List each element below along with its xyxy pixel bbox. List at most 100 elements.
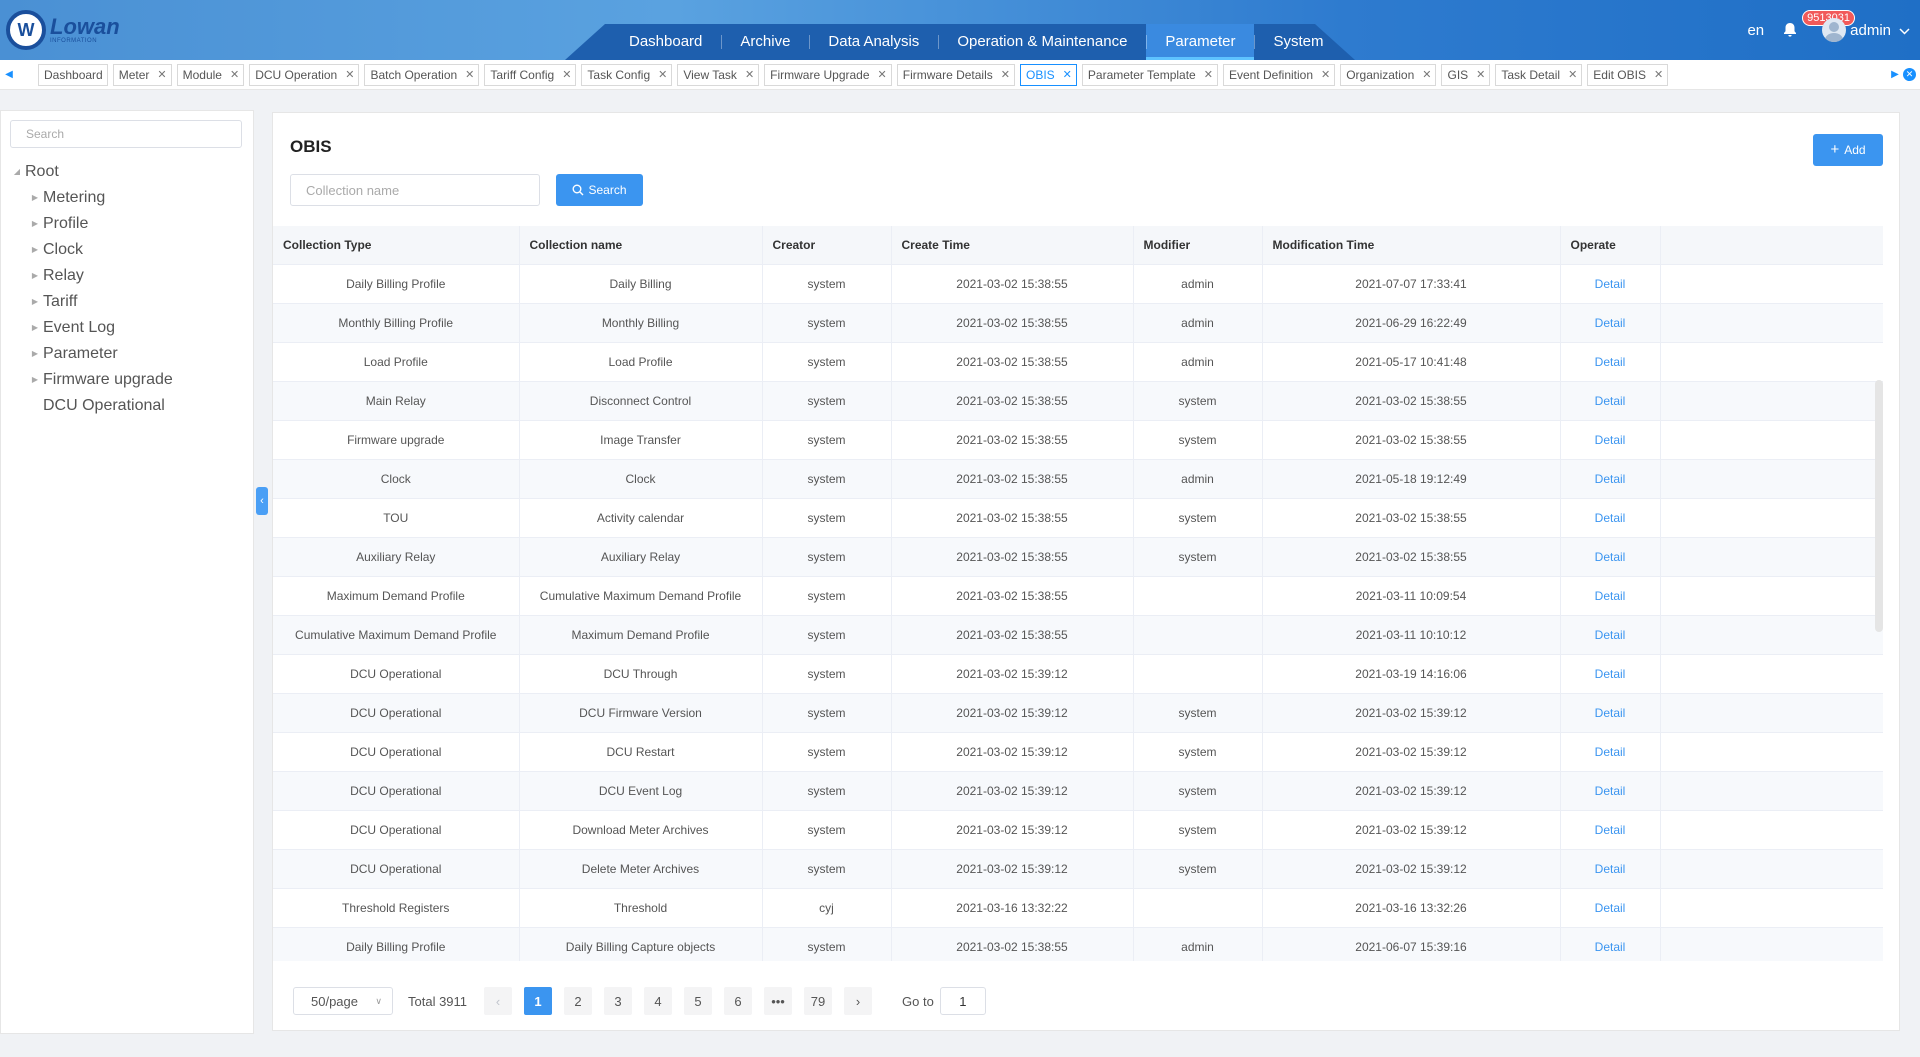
caret-right-icon[interactable]: ▶ [27, 185, 43, 211]
caret-right-icon[interactable]: ▶ [27, 315, 43, 341]
page-button[interactable]: 4 [644, 987, 673, 1015]
brand-logo[interactable]: W Lowan INFORMATION [6, 10, 120, 50]
caret-right-icon[interactable]: ▶ [27, 211, 43, 237]
tree-node-event-log[interactable]: ▶ Event Log [9, 315, 173, 341]
tab-firmware-details[interactable]: Firmware Details ✕ [896, 64, 1015, 86]
detail-link[interactable]: Detail [1560, 264, 1661, 304]
close-icon[interactable]: ✕ [230, 65, 239, 85]
language-switch[interactable]: en [1747, 22, 1764, 39]
tree-node-root[interactable]: ◢ Root [9, 159, 173, 185]
column-header-collection-name[interactable]: Collection name [519, 226, 763, 265]
detail-link[interactable]: Detail [1560, 303, 1661, 343]
column-header-modifier[interactable]: Modifier [1133, 226, 1263, 265]
chevron-down-icon[interactable] [1899, 22, 1910, 39]
column-header-create-time[interactable]: Create Time [891, 226, 1134, 265]
tab-batch-operation[interactable]: Batch Operation ✕ [364, 64, 480, 86]
tree-node-profile[interactable]: ▶ Profile [9, 211, 173, 237]
prev-page-button[interactable]: ‹ [484, 987, 513, 1015]
detail-link[interactable]: Detail [1560, 693, 1661, 733]
page-button[interactable]: 3 [604, 987, 633, 1015]
detail-link[interactable]: Detail [1560, 537, 1661, 577]
tree-node-clock[interactable]: ▶ Clock [9, 237, 173, 263]
collection-name-input[interactable] [290, 174, 540, 206]
detail-link[interactable]: Detail [1560, 615, 1661, 655]
column-header-operate[interactable]: Operate [1560, 226, 1661, 265]
page-size-select[interactable]: 50/page ∨ [293, 987, 393, 1015]
tab-tariff-config[interactable]: Tariff Config ✕ [484, 64, 577, 86]
detail-link[interactable]: Detail [1560, 771, 1661, 811]
tree-node-metering[interactable]: ▶ Metering [9, 185, 173, 211]
tab-gis[interactable]: GIS ✕ [1441, 64, 1491, 86]
tree-node-dcu-operational[interactable]: DCU Operational [9, 393, 173, 419]
column-header-modification-time[interactable]: Modification Time [1262, 226, 1561, 265]
column-header-collection-type[interactable]: Collection Type [273, 226, 520, 265]
close-icon[interactable]: ✕ [157, 65, 166, 85]
tab-organization[interactable]: Organization ✕ [1340, 64, 1437, 86]
tree-node-tariff[interactable]: ▶ Tariff [9, 289, 173, 315]
tab-scroll-right-icon[interactable]: ▶ [1888, 67, 1902, 83]
tab-firmware-upgrade[interactable]: Firmware Upgrade ✕ [764, 64, 892, 86]
tree-node-firmware-upgrade[interactable]: ▶ Firmware upgrade [9, 367, 173, 393]
detail-link[interactable]: Detail [1560, 576, 1661, 616]
close-icon[interactable]: ✕ [1204, 65, 1213, 85]
detail-link[interactable]: Detail [1560, 381, 1661, 421]
vertical-scrollbar[interactable] [1875, 380, 1883, 632]
page-button[interactable]: 2 [564, 987, 593, 1015]
goto-page-input[interactable] [939, 987, 986, 1015]
page-button[interactable]: ••• [764, 987, 793, 1015]
caret-down-icon[interactable]: ◢ [9, 159, 25, 185]
close-icon[interactable]: ✕ [1001, 65, 1010, 85]
detail-link[interactable]: Detail [1560, 927, 1661, 961]
tab-dcu-operation[interactable]: DCU Operation ✕ [249, 64, 360, 86]
nav-item-dashboard[interactable]: Dashboard [610, 24, 721, 60]
tree-search-input[interactable] [10, 120, 242, 148]
tab-parameter-template[interactable]: Parameter Template ✕ [1081, 64, 1218, 86]
nav-item-parameter[interactable]: Parameter [1146, 24, 1255, 60]
bell-icon[interactable]: 9513031 [1782, 10, 1855, 38]
tab-task-detail[interactable]: Task Detail ✕ [1495, 64, 1583, 86]
close-all-tabs-icon[interactable]: ✕ [1903, 68, 1916, 81]
caret-right-icon[interactable]: ▶ [27, 237, 43, 263]
nav-item-operation-maintenance[interactable]: Operation & Maintenance [938, 24, 1146, 60]
close-icon[interactable]: ✕ [658, 65, 667, 85]
close-icon[interactable]: ✕ [1422, 65, 1431, 85]
tab-module[interactable]: Module ✕ [176, 64, 245, 86]
page-button[interactable]: 6 [724, 987, 753, 1015]
caret-right-icon[interactable]: ▶ [27, 341, 43, 367]
detail-link[interactable]: Detail [1560, 888, 1661, 928]
tab-meter[interactable]: Meter ✕ [112, 64, 172, 86]
caret-right-icon[interactable]: ▶ [27, 289, 43, 315]
avatar[interactable] [1822, 18, 1847, 42]
nav-item-data-analysis[interactable]: Data Analysis [809, 24, 938, 60]
tab-event-definition[interactable]: Event Definition ✕ [1222, 64, 1336, 86]
collapse-panel-handle[interactable]: ‹ [256, 487, 268, 515]
close-icon[interactable]: ✕ [1568, 65, 1577, 85]
detail-link[interactable]: Detail [1560, 654, 1661, 694]
search-button[interactable]: Search [556, 174, 643, 206]
tab-dashboard[interactable]: Dashboard [38, 64, 108, 86]
detail-link[interactable]: Detail [1560, 732, 1661, 772]
tab-task-config[interactable]: Task Config ✕ [581, 64, 673, 86]
close-icon[interactable]: ✕ [562, 65, 571, 85]
next-page-button[interactable]: › [844, 987, 873, 1015]
nav-item-system[interactable]: System [1254, 24, 1342, 60]
caret-right-icon[interactable]: ▶ [27, 367, 43, 393]
caret-right-icon[interactable]: ▶ [27, 263, 43, 289]
nav-item-archive[interactable]: Archive [721, 24, 809, 60]
detail-link[interactable]: Detail [1560, 342, 1661, 382]
user-name[interactable]: admin [1850, 22, 1891, 39]
detail-link[interactable]: Detail [1560, 810, 1661, 850]
detail-link[interactable]: Detail [1560, 498, 1661, 538]
column-header-creator[interactable]: Creator [762, 226, 892, 265]
tree-node-parameter[interactable]: ▶ Parameter [9, 341, 173, 367]
page-button[interactable]: 79 [804, 987, 833, 1015]
close-icon[interactable]: ✕ [745, 65, 754, 85]
add-button[interactable]: + Add [1813, 134, 1883, 166]
detail-link[interactable]: Detail [1560, 849, 1661, 889]
page-button[interactable]: 5 [684, 987, 713, 1015]
close-icon[interactable]: ✕ [465, 65, 474, 85]
detail-link[interactable]: Detail [1560, 459, 1661, 499]
close-icon[interactable]: ✕ [1476, 65, 1485, 85]
tab-edit-obis[interactable]: Edit OBIS ✕ [1587, 64, 1669, 86]
close-icon[interactable]: ✕ [1654, 65, 1663, 85]
